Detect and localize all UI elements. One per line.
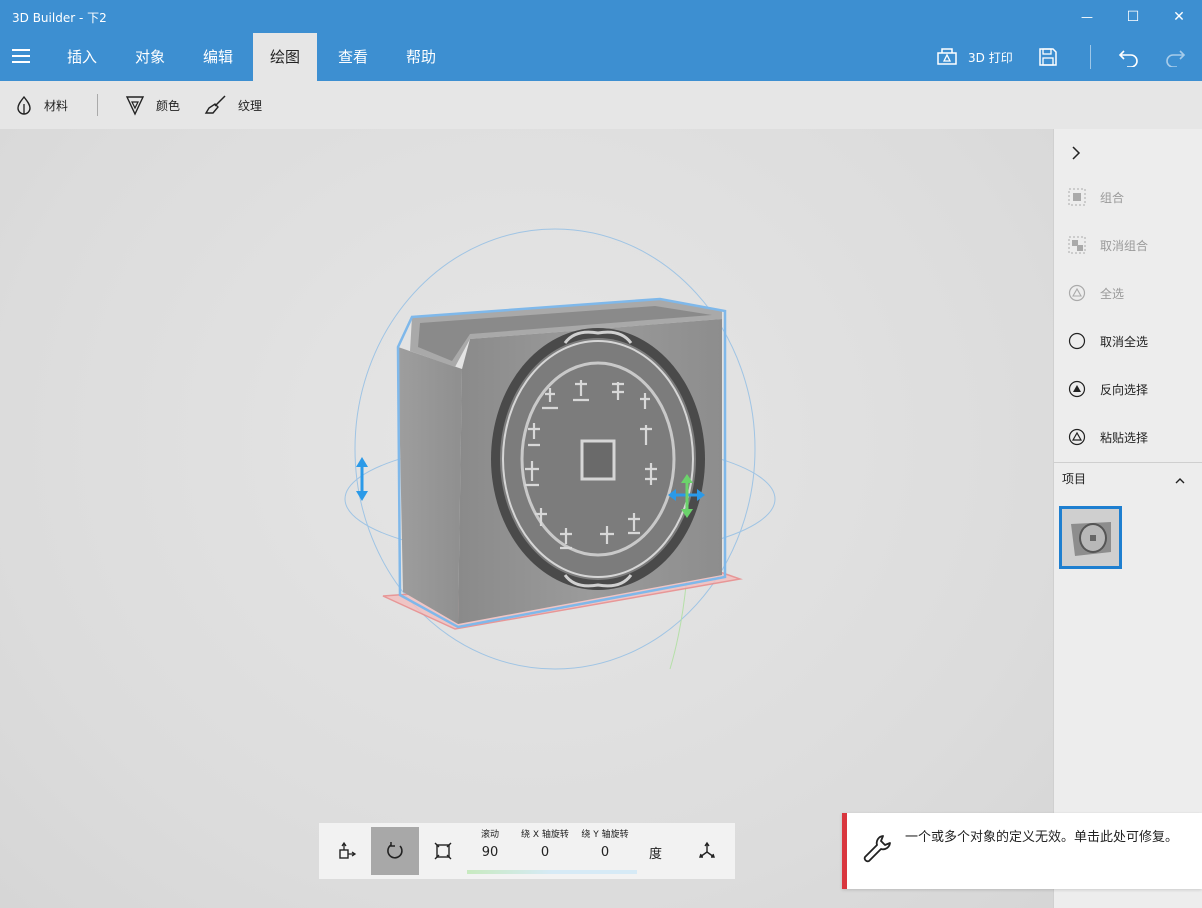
material-button[interactable]: 材料 xyxy=(14,81,68,129)
deselect-all-label: 取消全选 xyxy=(1100,334,1149,349)
rotate-mode-button[interactable] xyxy=(371,827,419,875)
unit-label: 度 xyxy=(649,847,663,862)
coin-square-hole xyxy=(580,439,616,481)
menu-icon[interactable] xyxy=(12,48,32,64)
model-scene[interactable] xyxy=(0,129,1053,908)
undo-button[interactable] xyxy=(1118,33,1140,81)
ungroup-button[interactable]: 取消组合 xyxy=(1054,221,1202,269)
color-fill-icon xyxy=(125,96,145,116)
invert-selection-label: 反向选择 xyxy=(1100,382,1149,397)
texture-brush-icon xyxy=(204,95,226,114)
chevron-right-icon xyxy=(1072,146,1081,160)
rotate-y-value[interactable]: 0 xyxy=(575,843,635,863)
selection-panel: 组合 取消组合 全选 取消全选 反向选择 粘贴选择 项目 xyxy=(1053,129,1202,908)
texture-button[interactable]: 纹理 xyxy=(204,81,262,129)
tab-edit[interactable]: 编辑 xyxy=(186,33,250,81)
rotate-x-value[interactable]: 0 xyxy=(515,843,575,863)
subbar-divider xyxy=(97,94,98,116)
save-icon xyxy=(1039,48,1057,66)
redo-icon xyxy=(1166,50,1186,67)
printer-3d-icon xyxy=(937,48,957,65)
select-all-button[interactable]: 全选 xyxy=(1054,269,1202,317)
items-header: 项目 xyxy=(1062,472,1087,486)
close-button[interactable]: ✕ xyxy=(1156,0,1202,33)
minimize-icon: — xyxy=(1081,9,1093,24)
paste-selection-label: 粘贴选择 xyxy=(1100,430,1149,445)
scale-mode-button[interactable] xyxy=(419,827,467,875)
ribbon-divider xyxy=(1090,45,1091,69)
repair-notification[interactable]: 一个或多个对象的定义无效。单击此处可修复。 xyxy=(842,813,1202,889)
3d-viewport[interactable] xyxy=(0,129,1053,908)
ungroup-icon xyxy=(1068,236,1086,254)
move-icon xyxy=(339,841,357,859)
collapse-panel-button[interactable] xyxy=(1054,129,1202,177)
box-side-face xyxy=(398,347,462,624)
rotate-x-label: 绕 X 轴旋转 xyxy=(521,830,569,840)
select-all-icon xyxy=(1068,284,1086,302)
axis-icon xyxy=(699,841,715,858)
redo-button[interactable] xyxy=(1164,33,1186,81)
invert-selection-icon xyxy=(1068,380,1086,398)
save-button[interactable] xyxy=(1038,33,1058,81)
notification-message: 一个或多个对象的定义无效。单击此处可修复。 xyxy=(905,830,1179,845)
color-button[interactable]: 颜色 xyxy=(124,81,180,129)
paste-selection-button[interactable]: 粘贴选择 xyxy=(1054,413,1202,461)
minimize-button[interactable]: — xyxy=(1064,0,1110,33)
rotate-icon xyxy=(387,842,403,859)
rotate-y-label: 绕 Y 轴旋转 xyxy=(581,830,629,840)
undo-icon xyxy=(1118,50,1138,67)
rotate-x-field[interactable]: 绕 X 轴旋转 0 xyxy=(515,827,575,863)
material-icon xyxy=(17,95,31,115)
rotate-y-field[interactable]: 绕 Y 轴旋转 0 xyxy=(575,827,635,863)
close-icon: ✕ xyxy=(1173,8,1185,25)
item-thumbnail[interactable] xyxy=(1059,506,1122,569)
tab-insert[interactable]: 插入 xyxy=(50,33,114,81)
ribbon: 插入 对象 编辑 绘图 查看 帮助 3D 打印 xyxy=(0,33,1202,81)
invert-selection-button[interactable]: 反向选择 xyxy=(1054,365,1202,413)
color-label: 颜色 xyxy=(156,98,181,113)
transform-toolbar: 滚动 90 绕 X 轴旋转 0 绕 Y 轴旋转 0 度 xyxy=(319,823,735,879)
group-icon xyxy=(1068,188,1086,206)
tab-paint[interactable]: 绘图 xyxy=(253,33,318,81)
wrench-icon xyxy=(863,835,891,863)
axis-mode-button[interactable] xyxy=(683,827,731,875)
print-3d-label: 3D 打印 xyxy=(968,50,1013,65)
rotation-slider-track xyxy=(467,870,637,874)
tab-help[interactable]: 帮助 xyxy=(389,33,453,81)
paint-toolbar: 材料 颜色 纹理 xyxy=(0,81,1202,129)
title-bar: 3D Builder - 下2 — ☐ ✕ xyxy=(0,0,1202,33)
deselect-all-icon xyxy=(1068,332,1086,350)
window-title: 3D Builder - 下2 xyxy=(12,11,107,25)
panel-divider xyxy=(1054,462,1202,463)
deselect-all-button[interactable]: 取消全选 xyxy=(1054,317,1202,365)
roll-value[interactable]: 90 xyxy=(467,843,513,863)
scale-icon xyxy=(434,842,452,860)
roll-field[interactable]: 滚动 90 xyxy=(467,827,513,863)
paste-selection-icon xyxy=(1068,428,1086,446)
print-3d-button[interactable]: 3D 打印 xyxy=(936,33,1013,81)
chevron-up-icon[interactable] xyxy=(1174,476,1186,486)
move-mode-button[interactable] xyxy=(323,827,371,875)
maximize-icon: ☐ xyxy=(1126,8,1140,25)
texture-label: 纹理 xyxy=(238,98,263,113)
tab-object[interactable]: 对象 xyxy=(118,33,182,81)
select-all-label: 全选 xyxy=(1100,286,1125,301)
maximize-button[interactable]: ☐ xyxy=(1110,0,1156,33)
model-thumbnail-icon xyxy=(1070,521,1111,556)
tab-view[interactable]: 查看 xyxy=(321,33,385,81)
group-label: 组合 xyxy=(1100,190,1125,205)
group-button[interactable]: 组合 xyxy=(1054,173,1202,221)
ungroup-label: 取消组合 xyxy=(1100,238,1149,253)
material-label: 材料 xyxy=(44,98,69,113)
roll-label: 滚动 xyxy=(480,830,499,840)
